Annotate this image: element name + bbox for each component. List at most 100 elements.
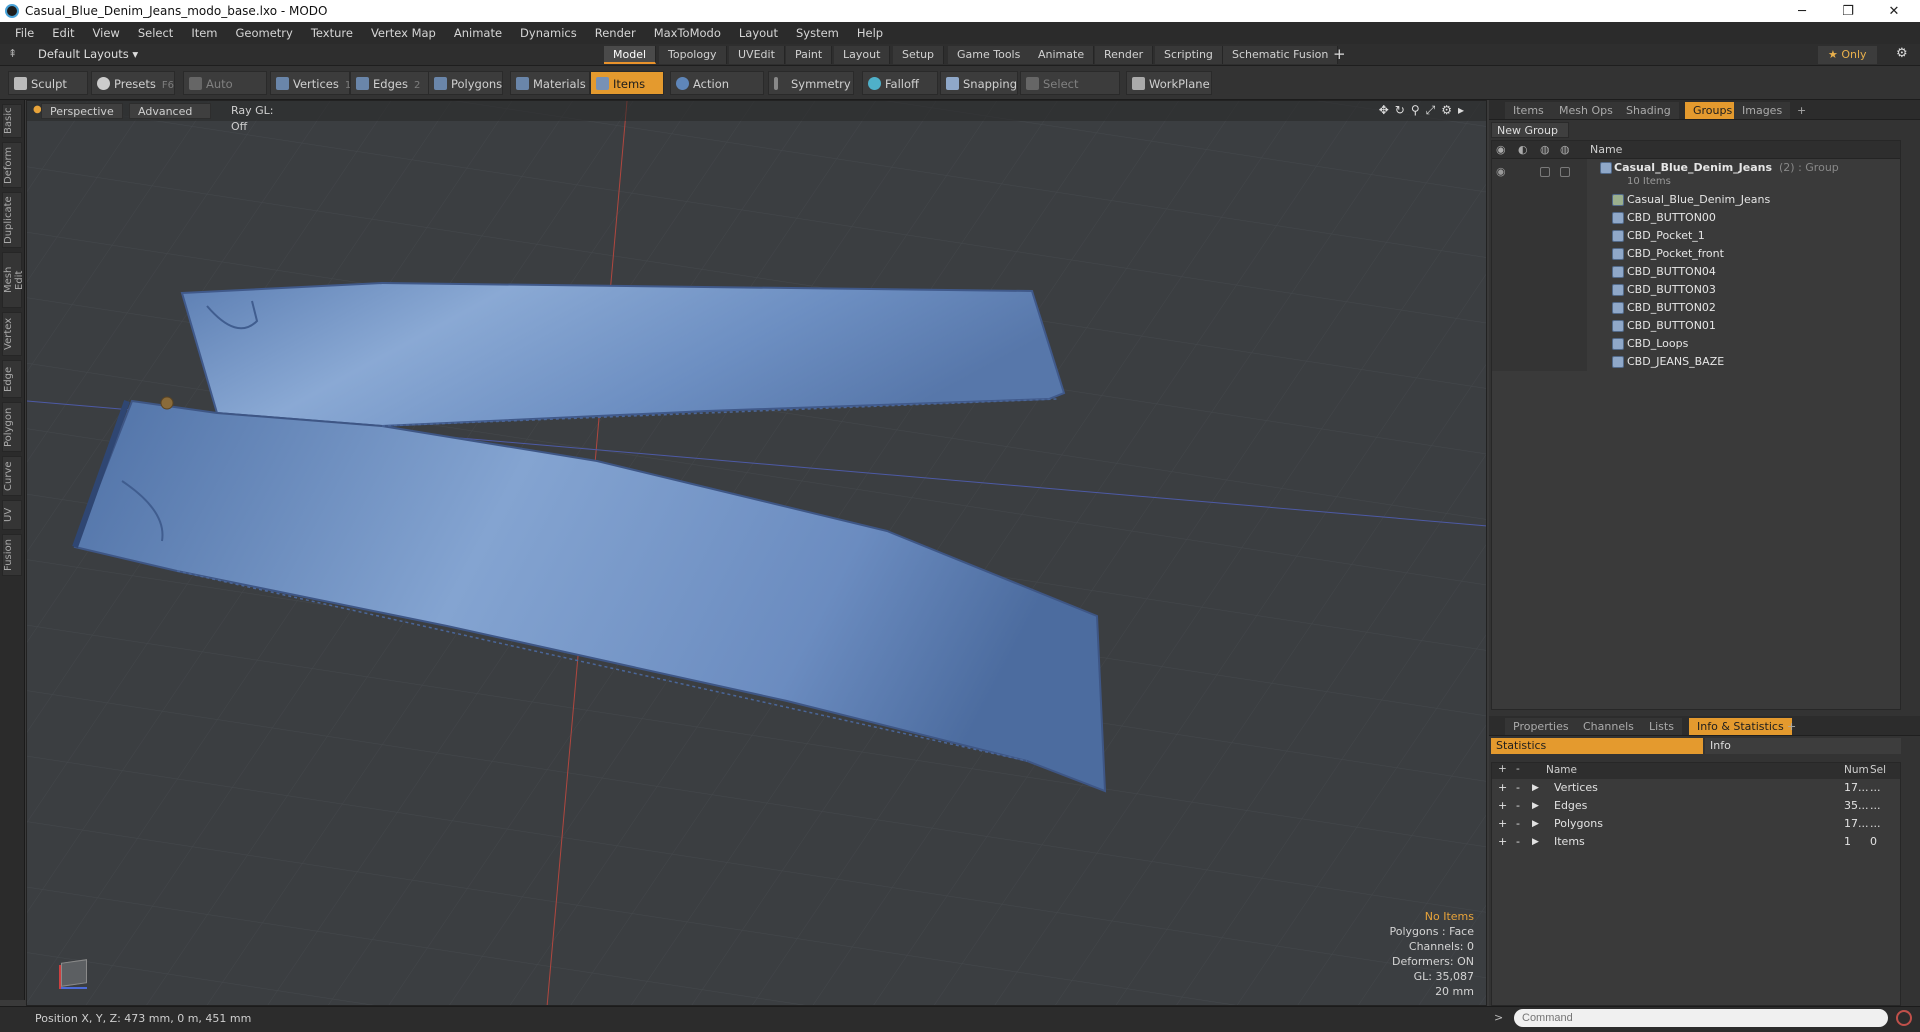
tab-mesh-ops[interactable]: Mesh Ops bbox=[1551, 102, 1621, 119]
minimize-button[interactable]: ─ bbox=[1779, 0, 1825, 22]
materials-button[interactable]: Materials bbox=[510, 71, 590, 95]
tab-render[interactable]: Render bbox=[1095, 46, 1154, 64]
expand-arrow-icon[interactable]: ▶ bbox=[1532, 815, 1539, 833]
tab-lists[interactable]: Lists bbox=[1641, 718, 1682, 735]
only-toggle[interactable]: ★ Only bbox=[1818, 46, 1877, 64]
add-icon[interactable]: + bbox=[1498, 815, 1507, 833]
menu-geometry[interactable]: Geometry bbox=[227, 26, 302, 40]
tab-curve[interactable]: Curve bbox=[2, 456, 22, 496]
tab-properties[interactable]: Properties bbox=[1505, 718, 1577, 735]
expand-arrow-icon[interactable]: ▶ bbox=[1532, 833, 1539, 851]
expand-arrow-icon[interactable]: ▶ bbox=[1532, 779, 1539, 797]
command-input[interactable] bbox=[1514, 1009, 1888, 1027]
3d-viewport[interactable]: ● Perspective Advanced Ray GL: Off ✥↻⚲⤢⚙… bbox=[26, 100, 1487, 1006]
group-row[interactable]: ◉ Casual_Blue_Denim_Jeans (2) : Group 10… bbox=[1492, 159, 1900, 191]
menu-layout[interactable]: Layout bbox=[730, 26, 787, 40]
auto-select-button[interactable]: Auto Select bbox=[183, 71, 267, 115]
tab-uvedit[interactable]: UVEdit bbox=[729, 46, 785, 64]
tab-deform[interactable]: Deform bbox=[2, 142, 22, 188]
tree-item[interactable]: CBD_BUTTON01 bbox=[1492, 317, 1900, 335]
tab-shading[interactable]: Shading bbox=[1618, 102, 1679, 119]
falloff-button[interactable]: Falloff bbox=[862, 71, 938, 95]
tab-setup[interactable]: Setup bbox=[893, 46, 945, 64]
tree-item[interactable]: CBD_JEANS_BAZE bbox=[1492, 353, 1900, 371]
close-button[interactable]: ✕ bbox=[1871, 0, 1917, 22]
snapping-button[interactable]: Snapping bbox=[940, 71, 1018, 95]
expand-all-icon[interactable]: + bbox=[1498, 763, 1507, 775]
tab-model[interactable]: Model bbox=[604, 46, 657, 64]
presets-button[interactable]: Presets F6 bbox=[91, 71, 175, 95]
tab-mesh-edit[interactable]: Mesh Edit bbox=[2, 252, 25, 308]
remove-icon[interactable]: - bbox=[1516, 815, 1520, 833]
shading-dropdown[interactable]: Advanced bbox=[129, 103, 211, 119]
tree-item[interactable]: CBD_BUTTON02 bbox=[1492, 299, 1900, 317]
stats-row-items[interactable]: + - ▶ Items 1 0 bbox=[1492, 833, 1900, 851]
menu-help[interactable]: Help bbox=[848, 26, 892, 40]
select-through-button[interactable]: Select Through bbox=[1020, 71, 1120, 115]
tab-duplicate[interactable]: Duplicate bbox=[2, 192, 22, 248]
tab-layout[interactable]: Layout bbox=[834, 46, 891, 64]
tab-groups[interactable]: Groups bbox=[1685, 102, 1741, 119]
menu-file[interactable]: File bbox=[6, 26, 43, 40]
sculpt-button[interactable]: Sculpt bbox=[8, 71, 88, 95]
tree-item[interactable]: CBD_BUTTON00 bbox=[1492, 209, 1900, 227]
workplane-button[interactable]: WorkPlane bbox=[1126, 71, 1212, 95]
eye-icon[interactable]: ◉ bbox=[1496, 163, 1506, 181]
tab-animate[interactable]: Animate bbox=[1029, 46, 1095, 64]
tree-item[interactable]: CBD_Pocket_front bbox=[1492, 245, 1900, 263]
menu-animate[interactable]: Animate bbox=[445, 26, 511, 40]
group-select-checkbox[interactable] bbox=[1560, 167, 1570, 177]
tab-scripting[interactable]: Scripting bbox=[1155, 46, 1223, 64]
action-center-button[interactable]: Action Center bbox=[670, 71, 764, 115]
tab-basic[interactable]: Basic bbox=[2, 104, 22, 138]
tab-polygon[interactable]: Polygon bbox=[2, 402, 22, 452]
add-panel-tab-icon[interactable]: + bbox=[1779, 718, 1804, 735]
menu-system[interactable]: System bbox=[787, 26, 848, 40]
tab-edge[interactable]: Edge bbox=[2, 360, 22, 398]
menu-vertex-map[interactable]: Vertex Map bbox=[362, 26, 445, 40]
tab-items[interactable]: Items bbox=[1505, 102, 1552, 119]
statistics-subtab[interactable]: Statistics bbox=[1491, 738, 1703, 754]
vertices-button[interactable]: Vertices 1 bbox=[270, 71, 351, 95]
tab-fusion[interactable]: Fusion bbox=[2, 534, 22, 576]
add-icon[interactable]: + bbox=[1498, 797, 1507, 815]
tab-schematic-fusion[interactable]: Schematic Fusion bbox=[1223, 46, 1339, 64]
menu-item[interactable]: Item bbox=[182, 26, 226, 40]
tab-uv[interactable]: UV bbox=[2, 500, 22, 530]
tab-images[interactable]: Images bbox=[1734, 102, 1791, 119]
add-panel-tab-icon[interactable]: + bbox=[1789, 102, 1814, 119]
tab-game-tools[interactable]: Game Tools bbox=[948, 46, 1031, 64]
items-button[interactable]: Items bbox=[590, 71, 664, 95]
tree-item[interactable]: Casual_Blue_Denim_Jeans bbox=[1492, 191, 1900, 209]
tab-vertex[interactable]: Vertex bbox=[2, 312, 22, 356]
tree-item[interactable]: CBD_Pocket_1 bbox=[1492, 227, 1900, 245]
stats-row-polygons[interactable]: + - ▶ Polygons 17...... bbox=[1492, 815, 1900, 833]
layout-selector[interactable]: Default Layouts ▾ bbox=[38, 47, 138, 61]
symmetry-button[interactable]: Symmetry bbox=[768, 71, 854, 95]
stats-row-vertices[interactable]: + - ▶ Vertices 17...... bbox=[1492, 779, 1900, 797]
raygl-toggle[interactable]: Ray GL: Off bbox=[223, 103, 293, 133]
new-group-button[interactable]: New Group bbox=[1491, 122, 1569, 138]
add-tab-icon[interactable]: + bbox=[1333, 45, 1346, 63]
tab-info-statistics[interactable]: Info & Statistics bbox=[1689, 718, 1792, 735]
remove-icon[interactable]: - bbox=[1516, 779, 1520, 797]
remove-icon[interactable]: - bbox=[1516, 833, 1520, 851]
add-icon[interactable]: + bbox=[1498, 779, 1507, 797]
polygons-button[interactable]: Polygons bbox=[428, 71, 503, 95]
view-perspective-dropdown[interactable]: Perspective bbox=[41, 103, 123, 119]
tab-paint[interactable]: Paint bbox=[786, 46, 833, 64]
menu-maxtomodo[interactable]: MaxToModo bbox=[645, 26, 730, 40]
record-icon[interactable] bbox=[1896, 1010, 1912, 1026]
maximize-button[interactable]: ❐ bbox=[1825, 0, 1871, 22]
menu-select[interactable]: Select bbox=[129, 26, 182, 40]
edges-button[interactable]: Edges 2 bbox=[350, 71, 430, 95]
gear-icon[interactable]: ⚙ bbox=[1896, 46, 1908, 61]
layout-arrow-icon[interactable]: ⇞ bbox=[8, 47, 17, 60]
menu-render[interactable]: Render bbox=[586, 26, 645, 40]
tree-item[interactable]: CBD_BUTTON04 bbox=[1492, 263, 1900, 281]
menu-dynamics[interactable]: Dynamics bbox=[511, 26, 586, 40]
menu-edit[interactable]: Edit bbox=[43, 26, 83, 40]
tree-item[interactable]: CBD_Loops bbox=[1492, 335, 1900, 353]
tab-topology[interactable]: Topology bbox=[659, 46, 727, 64]
group-lock-checkbox[interactable] bbox=[1540, 167, 1550, 177]
